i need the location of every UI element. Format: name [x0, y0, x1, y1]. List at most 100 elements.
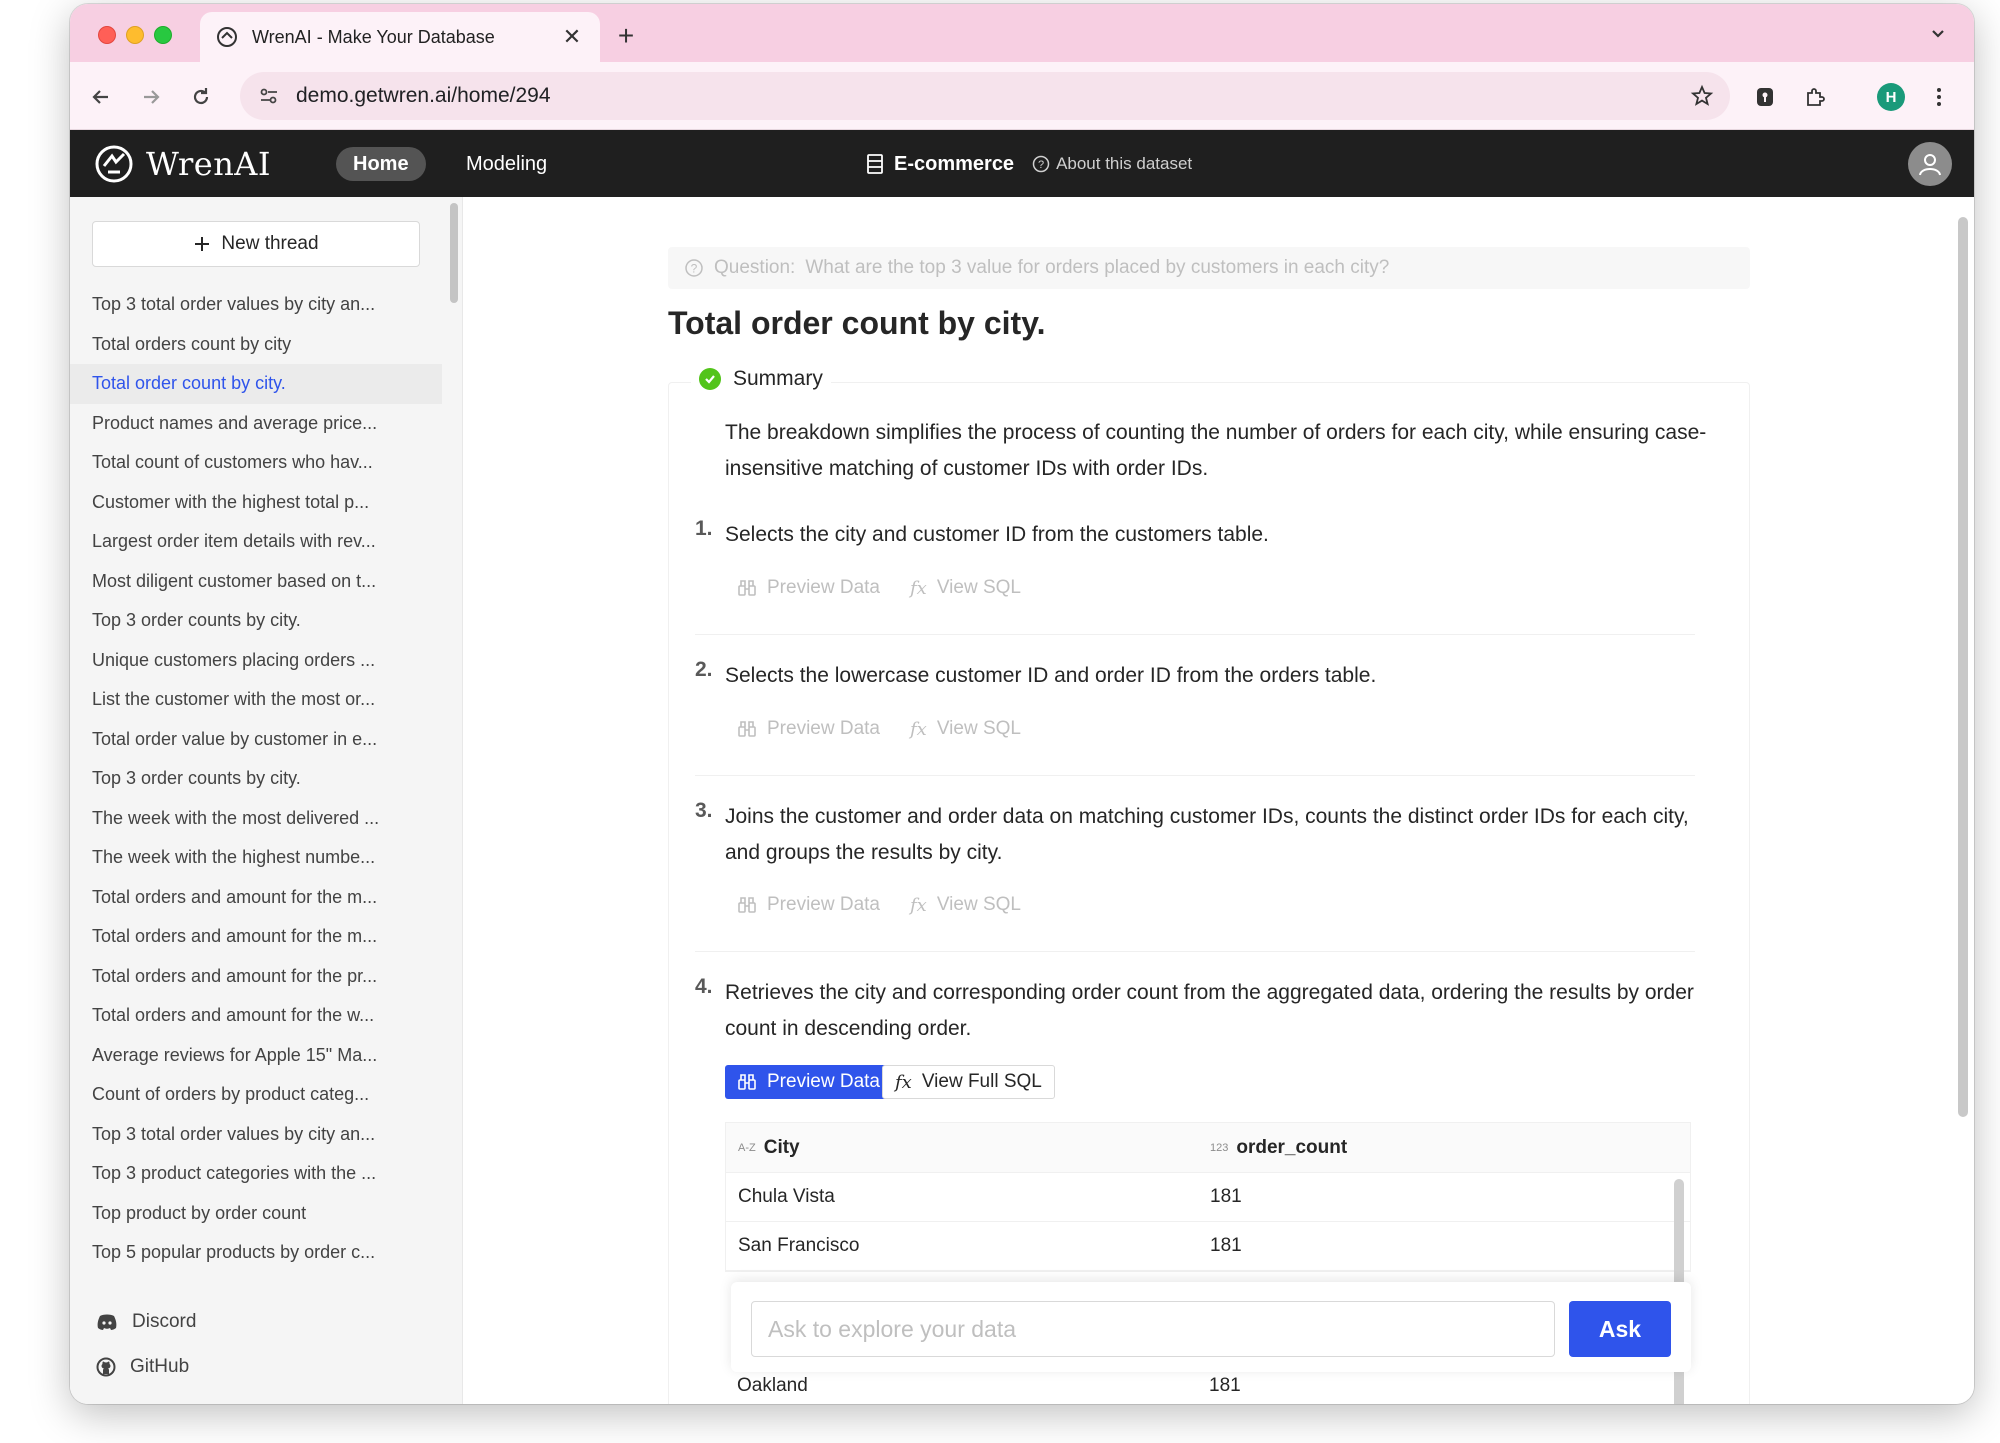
discord-link[interactable]: Discord	[96, 1311, 196, 1333]
about-dataset-link[interactable]: ? About this dataset	[1032, 154, 1192, 174]
preview-data-label: Preview Data	[767, 577, 880, 598]
tab-search-button[interactable]	[1920, 18, 1956, 48]
thread-item[interactable]: Total orders and amount for the m...	[70, 878, 442, 918]
view-full-sql-label: View Full SQL	[921, 1071, 1042, 1092]
preview-data-button[interactable]: Preview Data	[737, 577, 880, 599]
minimize-window-button[interactable]	[126, 26, 144, 44]
thread-item[interactable]: Count of orders by product categ...	[70, 1075, 442, 1115]
preview-data-label: Preview Data	[767, 718, 880, 739]
thread-list: Top 3 total order values by city an... To…	[70, 285, 442, 1273]
view-full-sql-button[interactable]: fx View Full SQL	[882, 1065, 1055, 1099]
answer-title: Total order count by city.	[668, 305, 1046, 341]
question-text: What are the top 3 value for orders plac…	[805, 257, 1390, 278]
table-row: Chula Vista 181	[726, 1173, 1690, 1222]
ask-button[interactable]: Ask	[1569, 1301, 1671, 1357]
thread-item[interactable]: Top 3 order counts by city.	[70, 601, 442, 641]
question-circle-icon: ?	[685, 259, 703, 277]
user-avatar[interactable]	[1908, 142, 1952, 186]
nav-modeling[interactable]: Modeling	[466, 147, 547, 181]
svg-text:?: ?	[691, 262, 698, 276]
column-header-order-count[interactable]: 123 order_count	[1198, 1137, 1670, 1159]
new-tab-button[interactable]: +	[610, 20, 642, 52]
function-icon: fx	[910, 894, 927, 916]
preview-data-button-active[interactable]: Preview Data	[725, 1065, 892, 1099]
thread-item[interactable]: Total orders and amount for the pr...	[70, 957, 442, 997]
thread-item[interactable]: Average reviews for Apple 15" Ma...	[70, 1036, 442, 1076]
cell-city: Oakland	[737, 1374, 808, 1396]
thread-item[interactable]: Top 3 order counts by city.	[70, 759, 442, 799]
column-header-city[interactable]: A-Z City	[726, 1137, 1198, 1159]
thread-item[interactable]: Top 5 popular products by order c...	[70, 1233, 442, 1273]
browser-tab[interactable]: WrenAI - Make Your Database ✕	[200, 12, 600, 62]
thread-item[interactable]: Customer with the highest total p...	[70, 483, 442, 523]
thread-item[interactable]: Total orders and amount for the m...	[70, 917, 442, 957]
wren-favicon-icon	[216, 26, 238, 48]
thread-item[interactable]: Top 3 product categories with the ...	[70, 1154, 442, 1194]
thread-item[interactable]: Total orders count by city	[70, 325, 442, 365]
thread-item[interactable]: Top product by order count	[70, 1194, 442, 1234]
table-row: San Francisco 181	[726, 1222, 1690, 1271]
site-settings-icon[interactable]	[258, 85, 280, 107]
preview-data-button[interactable]: Preview Data	[737, 718, 880, 740]
new-thread-button[interactable]: New thread	[92, 221, 420, 267]
profile-button[interactable]: H	[1874, 80, 1908, 114]
step-number: 3.	[695, 799, 713, 822]
check-circle-icon	[699, 368, 721, 390]
dataset-name: E-commerce	[894, 152, 1015, 175]
github-link[interactable]: GitHub	[96, 1356, 189, 1378]
tab-close-icon[interactable]: ✕	[560, 24, 584, 50]
view-sql-button[interactable]: fx View SQL	[910, 894, 1021, 916]
thread-item[interactable]: Total order count by city.	[70, 364, 442, 404]
thread-item[interactable]: Total orders and amount for the w...	[70, 996, 442, 1036]
view-sql-button[interactable]: fx View SQL	[910, 577, 1021, 599]
reload-button[interactable]	[184, 80, 218, 114]
view-sql-label: View SQL	[936, 718, 1021, 739]
close-window-button[interactable]	[98, 26, 116, 44]
thread-item[interactable]: Product names and average price...	[70, 404, 442, 444]
thread-item[interactable]: Top 3 total order values by city an...	[70, 285, 442, 325]
cell-order-count: 181	[1209, 1374, 1241, 1396]
bookmark-star-icon[interactable]	[1690, 84, 1714, 113]
thread-item[interactable]: Most diligent customer based on t...	[70, 562, 442, 602]
discord-icon	[97, 1314, 117, 1330]
step-actions: Preview Data fx View SQL	[737, 718, 1021, 740]
binoculars-icon	[738, 580, 756, 596]
thread-item[interactable]: List the customer with the most or...	[70, 680, 442, 720]
thread-item[interactable]: Unique customers placing orders ...	[70, 641, 442, 681]
preview-data-button[interactable]: Preview Data	[737, 894, 880, 916]
thread-item[interactable]: Total order value by customer in e...	[70, 720, 442, 760]
binoculars-icon	[738, 721, 756, 737]
view-sql-label: View SQL	[936, 577, 1021, 598]
address-bar[interactable]: demo.getwren.ai/home/294	[240, 72, 1730, 120]
thread-item[interactable]: Total count of customers who hav...	[70, 443, 442, 483]
back-button[interactable]	[84, 80, 118, 114]
arrow-right-icon	[144, 90, 160, 104]
extensions-button[interactable]	[1798, 80, 1832, 114]
new-thread-label: New thread	[221, 233, 319, 254]
main-content: ? Question: What are the top 3 value for…	[463, 197, 1974, 1404]
password-manager-button[interactable]	[1748, 80, 1782, 114]
database-icon	[867, 154, 883, 174]
forward-button[interactable]	[134, 80, 168, 114]
step-actions: Preview Data fx View SQL	[737, 894, 1021, 916]
sidebar-scrollbar[interactable]	[450, 203, 458, 303]
thread-item[interactable]: Top 3 total order values by city an...	[70, 1115, 442, 1155]
main-scrollbar[interactable]	[1958, 217, 1968, 1117]
number-type-icon: 123	[1210, 1141, 1229, 1154]
nav-home[interactable]: Home	[336, 147, 426, 181]
step-divider	[695, 634, 1695, 635]
browser-menu-button[interactable]	[1922, 80, 1956, 114]
thread-item[interactable]: Largest order item details with rev...	[70, 522, 442, 562]
question-circle-icon: ?	[1032, 155, 1050, 173]
logo[interactable]: WrenAI	[92, 142, 271, 186]
logo-text: WrenAI	[146, 145, 272, 183]
ask-input[interactable]	[751, 1301, 1555, 1357]
view-sql-button[interactable]: fx View SQL	[910, 718, 1021, 740]
preview-data-table: A-Z City 123 order_count Chula Vista 181 S…	[725, 1122, 1691, 1404]
thread-item[interactable]: The week with the highest numbe...	[70, 838, 442, 878]
binoculars-icon	[738, 1074, 756, 1090]
maximize-window-button[interactable]	[154, 26, 172, 44]
cell-city: San Francisco	[738, 1235, 860, 1256]
thread-item[interactable]: The week with the most delivered ...	[70, 799, 442, 839]
table-row: Oakland 181	[725, 1367, 1691, 1404]
